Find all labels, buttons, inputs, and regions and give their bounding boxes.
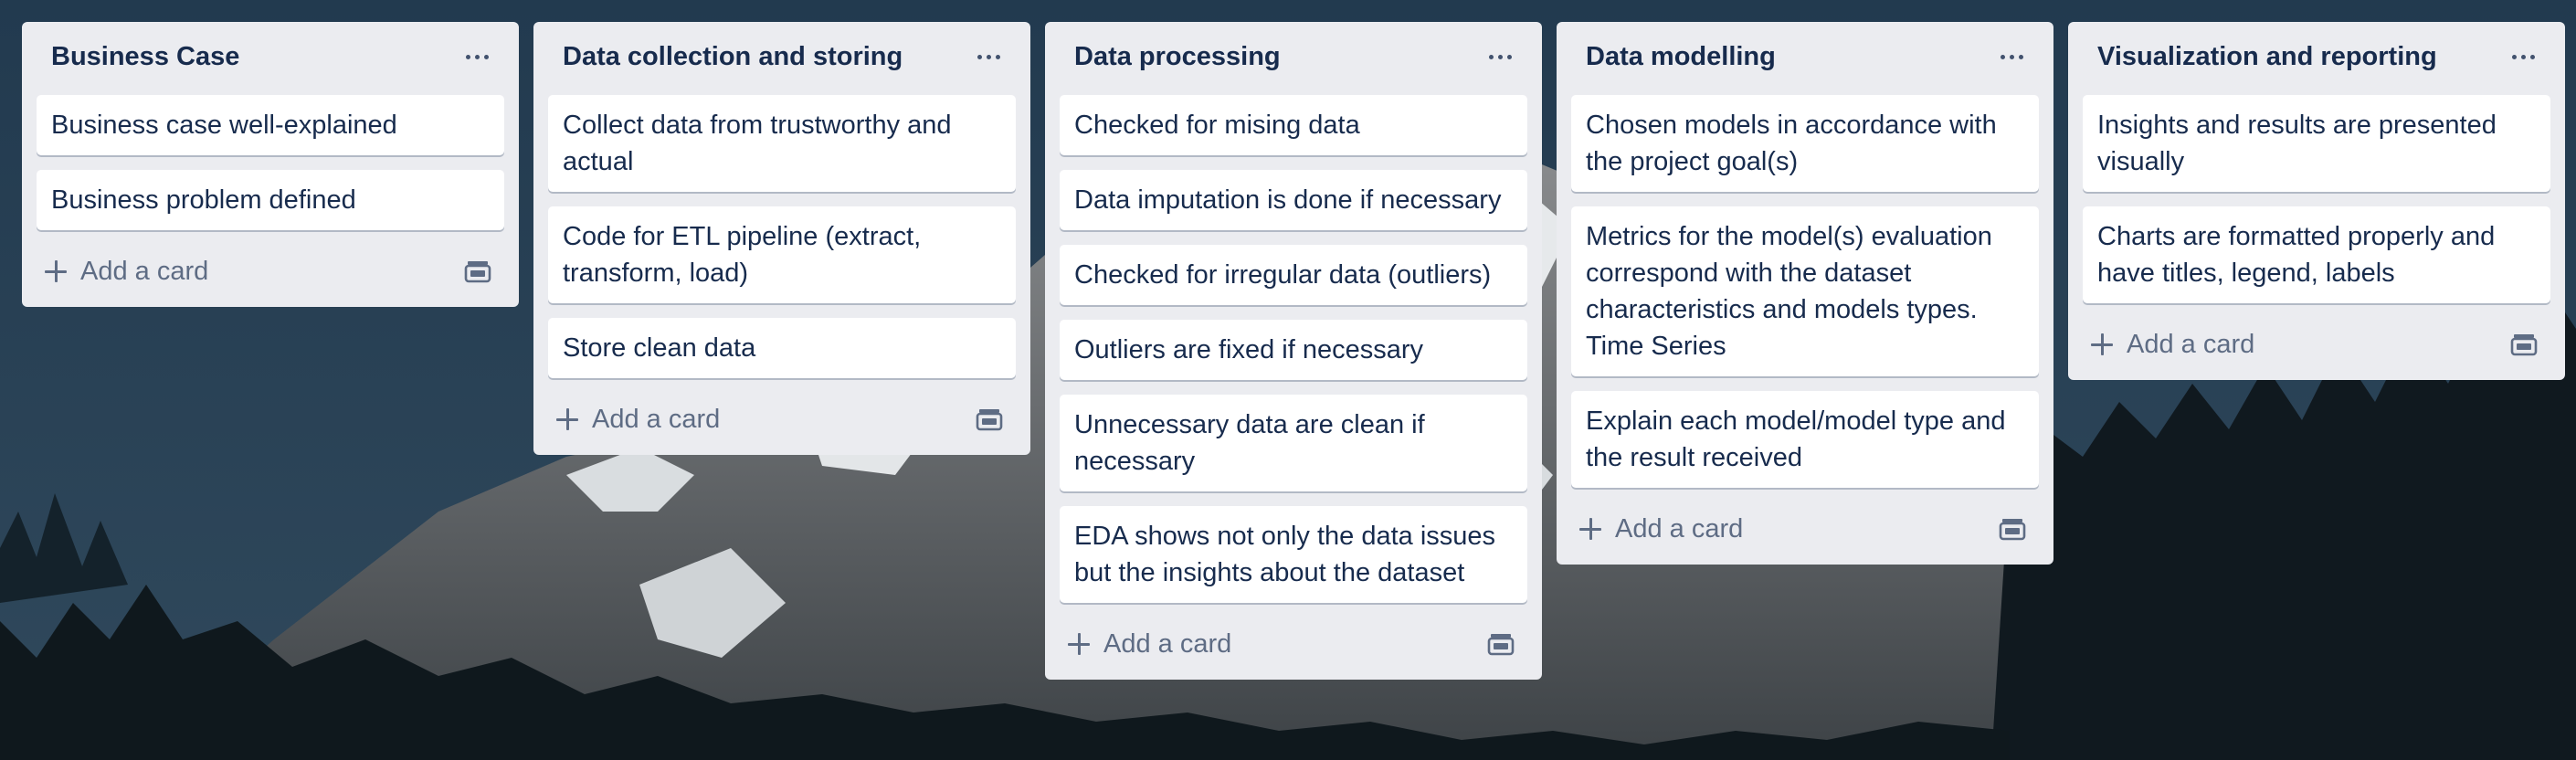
plus-icon: [44, 259, 68, 283]
list-data-processing: Data processing Checked for mising data …: [1045, 22, 1542, 680]
list-business-case: Business Case Business case well-explain…: [22, 22, 519, 307]
card[interactable]: EDA shows not only the data issues but t…: [1060, 506, 1527, 603]
list-title[interactable]: Business Case: [51, 42, 239, 72]
board: Business Case Business case well-explain…: [0, 0, 2576, 760]
card[interactable]: Checked for irregular data (outliers): [1060, 245, 1527, 305]
list-header: Data collection and storing: [548, 22, 1016, 95]
more-horizontal-icon[interactable]: [1993, 40, 2030, 73]
card-template-icon[interactable]: [1999, 517, 2026, 541]
list-data-modelling: Data modelling Chosen models in accordan…: [1557, 22, 2053, 565]
plus-icon: [555, 407, 579, 431]
card-template-icon[interactable]: [464, 259, 491, 283]
card-template-icon[interactable]: [2510, 332, 2538, 356]
card[interactable]: Data imputation is done if necessary: [1060, 170, 1527, 230]
card[interactable]: Collect data from trustworthy and actual: [548, 95, 1016, 192]
list-footer: Add a card: [1571, 499, 2039, 565]
list-footer: Add a card: [37, 241, 504, 307]
card[interactable]: Chosen models in accordance with the pro…: [1571, 95, 2039, 192]
card[interactable]: Checked for mising data: [1060, 95, 1527, 155]
more-horizontal-icon[interactable]: [970, 40, 1007, 73]
more-horizontal-icon[interactable]: [459, 40, 495, 73]
card[interactable]: Store clean data: [548, 318, 1016, 378]
add-card-button[interactable]: Add a card: [1578, 508, 1743, 550]
add-card-label: Add a card: [80, 256, 209, 286]
list-footer: Add a card: [548, 389, 1016, 455]
list-footer: Add a card: [1060, 614, 1527, 680]
card[interactable]: Metrics for the model(s) evaluation corr…: [1571, 206, 2039, 376]
card[interactable]: Business problem defined: [37, 170, 504, 230]
card[interactable]: Charts are formatted properly and have t…: [2083, 206, 2550, 303]
list-title[interactable]: Data modelling: [1586, 42, 1776, 72]
plus-icon: [1578, 517, 1602, 541]
more-horizontal-icon[interactable]: [2505, 40, 2541, 73]
add-card-label: Add a card: [1103, 628, 1232, 659]
add-card-button[interactable]: Add a card: [555, 398, 720, 440]
add-card-button[interactable]: Add a card: [44, 250, 208, 292]
more-horizontal-icon[interactable]: [1482, 40, 1518, 73]
card[interactable]: Business case well-explained: [37, 95, 504, 155]
plus-icon: [2090, 332, 2114, 356]
list-data-collection: Data collection and storing Collect data…: [533, 22, 1030, 455]
list-visualization: Visualization and reporting Insights and…: [2068, 22, 2565, 380]
list-header: Visualization and reporting: [2083, 22, 2550, 95]
list-title[interactable]: Visualization and reporting: [2097, 42, 2437, 72]
card[interactable]: Unnecessary data are clean if necessary: [1060, 395, 1527, 491]
add-card-label: Add a card: [592, 404, 721, 434]
card[interactable]: Outliers are fixed if necessary: [1060, 320, 1527, 380]
add-card-label: Add a card: [2127, 329, 2255, 359]
add-card-label: Add a card: [1615, 513, 1744, 544]
add-card-button[interactable]: Add a card: [1067, 623, 1231, 665]
list-title[interactable]: Data collection and storing: [563, 42, 903, 72]
plus-icon: [1067, 632, 1091, 656]
list-title[interactable]: Data processing: [1074, 42, 1281, 72]
card-template-icon[interactable]: [976, 407, 1003, 431]
card[interactable]: Code for ETL pipeline (extract, transfor…: [548, 206, 1016, 303]
list-header: Data modelling: [1571, 22, 2039, 95]
card[interactable]: Insights and results are presented visua…: [2083, 95, 2550, 192]
list-header: Data processing: [1060, 22, 1527, 95]
card[interactable]: Explain each model/model type and the re…: [1571, 391, 2039, 488]
add-card-button[interactable]: Add a card: [2090, 323, 2254, 365]
list-footer: Add a card: [2083, 314, 2550, 380]
list-header: Business Case: [37, 22, 504, 95]
card-template-icon[interactable]: [1487, 632, 1515, 656]
